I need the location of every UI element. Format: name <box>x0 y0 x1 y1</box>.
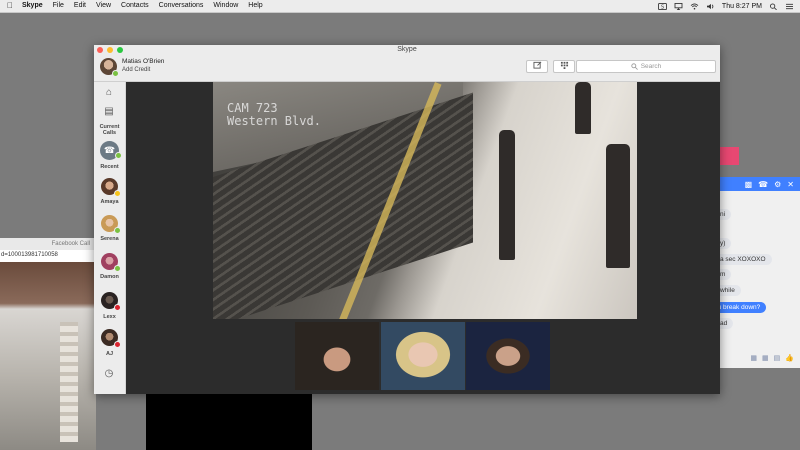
menu-contacts[interactable]: Contacts <box>116 0 154 12</box>
dialpad-icon <box>560 61 568 69</box>
search-placeholder: Search <box>640 63 662 70</box>
status-away-icon <box>114 190 121 197</box>
contact-name-damon[interactable]: Damon <box>94 274 125 280</box>
skype-titlebar: Skype Matias O'Brien Add Credit Search <box>94 45 720 82</box>
dialpad-button[interactable] <box>553 60 575 73</box>
menu-view[interactable]: View <box>91 0 116 12</box>
feed-person <box>606 144 630 268</box>
skype-window[interactable]: Skype Matias O'Brien Add Credit Search ⌂… <box>94 45 720 394</box>
phone-icon: ☎ <box>103 145 116 155</box>
gif-icon[interactable]: ▦ <box>750 354 757 362</box>
message-bubble: while <box>720 285 741 296</box>
volume-icon[interactable] <box>706 3 715 10</box>
spotlight-search-icon[interactable] <box>769 2 778 10</box>
feed-person <box>499 130 515 260</box>
menu-window[interactable]: Window <box>208 0 243 12</box>
message-bubble: ad <box>720 318 734 329</box>
facebook-call-window[interactable]: Facebook Call d=100013981710058 <box>0 238 96 450</box>
pink-window-tab[interactable] <box>720 147 739 165</box>
contact-name-lexx[interactable]: Lexx <box>94 314 125 320</box>
menu-conversations[interactable]: Conversations <box>154 0 209 12</box>
status-busy-icon <box>114 304 121 311</box>
profile-status-online-icon <box>112 70 119 77</box>
status-busy-icon <box>114 341 121 348</box>
menu-edit[interactable]: Edit <box>69 0 91 12</box>
shared-camera-feed: CAM 723 Western Blvd. <box>213 82 637 319</box>
add-credit-link[interactable]: Add Credit <box>122 67 150 73</box>
menu-status-area: S Thu 8:27 PM <box>658 0 800 12</box>
message-bubble: a sec XOXOXO <box>720 254 772 265</box>
messenger-window[interactable]: ▩ ☎ ⚙ ✕ ni y) a sec XOXOXO m while ou br… <box>714 177 800 368</box>
status-online-icon <box>114 265 121 272</box>
close-icon[interactable]: ✕ <box>787 180 794 189</box>
call-active-status-icon <box>115 152 122 159</box>
video-call-icon[interactable]: ▩ <box>745 180 753 189</box>
messenger-composer-icons: ▦ ▦ ▤ 👍 <box>720 354 800 362</box>
facebook-call-video <box>0 262 96 450</box>
thumbs-up-icon[interactable]: 👍 <box>785 354 794 362</box>
contact-name-amaya[interactable]: Amaya <box>94 199 125 205</box>
status-online-icon <box>114 227 121 234</box>
participant-video-2[interactable] <box>381 322 465 390</box>
attachment-icon[interactable]: ▤ <box>774 354 781 362</box>
search-icon <box>631 63 638 70</box>
new-conversation-button[interactable] <box>526 60 548 73</box>
menu-app-name[interactable]: Skype <box>17 0 48 12</box>
current-calls-label: Current Calls <box>99 124 120 136</box>
home-icon[interactable]: ⌂ <box>103 87 115 99</box>
skype-status-icon[interactable]: S <box>658 2 667 10</box>
svg-text:S: S <box>661 4 664 10</box>
window-title: Skype <box>397 46 417 53</box>
menu-file[interactable]: File <box>48 0 69 12</box>
menu-bar:  Skype File Edit View Contacts Conversa… <box>0 0 800 13</box>
call-stage: CAM 723 Western Blvd. <box>126 82 720 394</box>
compose-icon <box>533 61 541 69</box>
search-input[interactable]: Search <box>576 60 716 73</box>
facebook-call-url: d=100013981710058 <box>1 252 58 258</box>
message-bubble-sent: ou break down? <box>714 302 767 313</box>
wifi-icon[interactable] <box>690 2 699 10</box>
messenger-header: ▩ ☎ ⚙ ✕ <box>720 177 800 191</box>
history-clock-icon[interactable]: ◷ <box>103 368 115 380</box>
participant-video-3[interactable] <box>466 322 550 390</box>
sticker-icon[interactable]: ▦ <box>762 354 769 362</box>
menu-clock[interactable]: Thu 8:27 PM <box>722 3 762 10</box>
contacts-book-icon[interactable]: ▤ <box>103 106 115 118</box>
message-bubble: ni <box>720 209 732 220</box>
recent-label: Recent <box>100 164 119 170</box>
skype-sidebar: ⌂ ▤ Current Calls ☎ Recent Amaya Serena … <box>94 82 126 394</box>
message-bubble: m <box>720 269 732 280</box>
facebook-call-title: Facebook Call <box>0 238 96 250</box>
contact-name-serena[interactable]: Serena <box>94 236 125 242</box>
contact-name-aj[interactable]: AJ <box>94 351 125 357</box>
message-bubble: y) <box>720 238 732 249</box>
settings-gear-icon[interactable]: ⚙ <box>774 180 781 189</box>
feed-person <box>575 82 591 134</box>
notification-center-icon[interactable] <box>785 3 794 10</box>
apple-menu-icon[interactable]:  <box>0 0 17 12</box>
menu-help[interactable]: Help <box>243 0 267 12</box>
airplay-icon[interactable] <box>674 2 683 10</box>
camera-label-overlay: CAM 723 Western Blvd. <box>227 101 321 128</box>
participant-video-1[interactable] <box>295 322 379 390</box>
black-video-panel <box>146 394 312 450</box>
phone-call-icon[interactable]: ☎ <box>758 180 768 189</box>
profile-name[interactable]: Matias O'Brien <box>122 58 164 65</box>
